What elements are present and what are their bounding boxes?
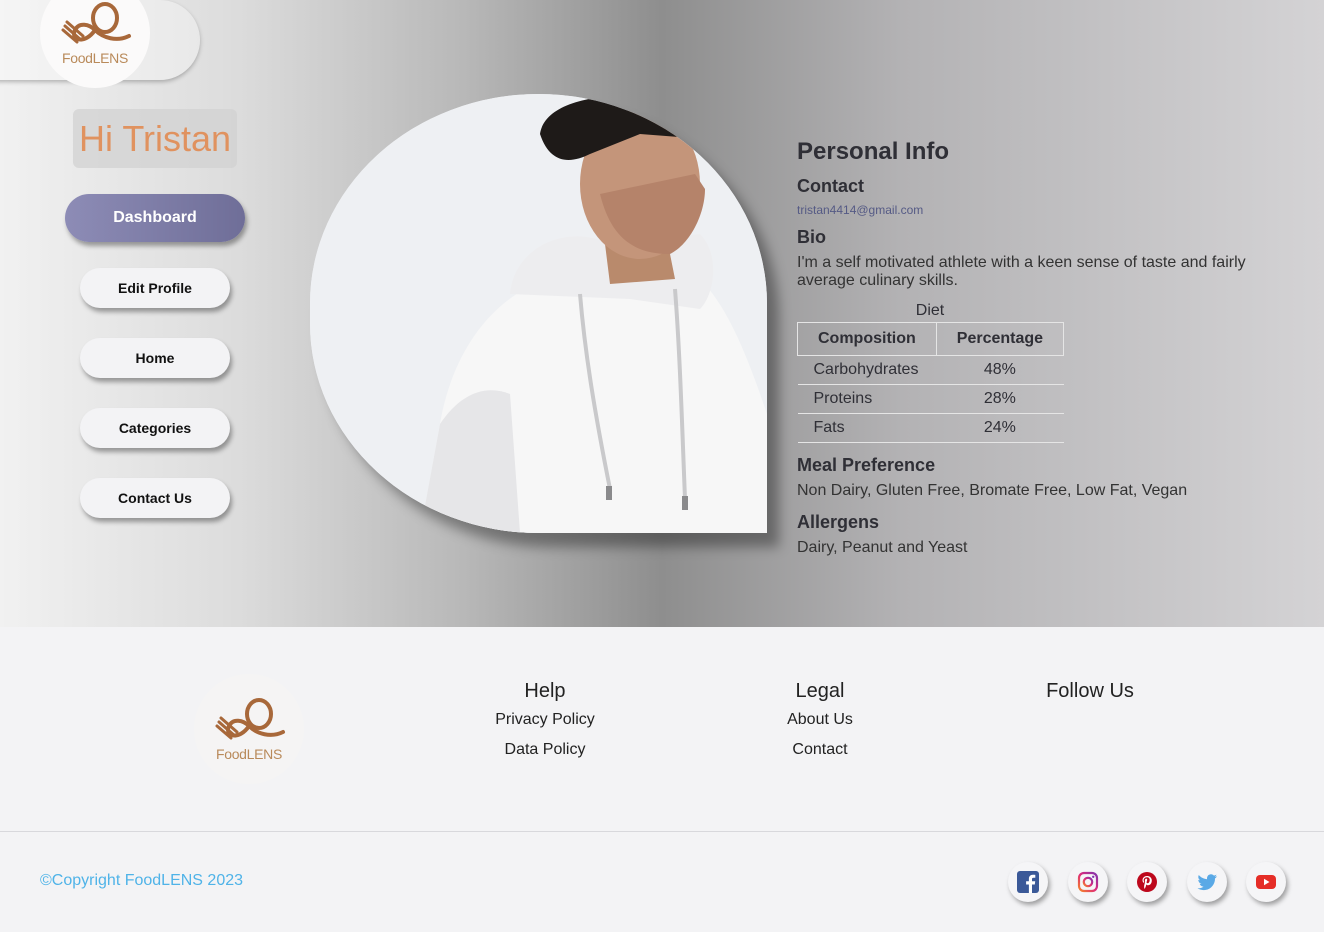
diet-value: 24% bbox=[936, 413, 1064, 443]
diet-name: Carbohydrates bbox=[797, 355, 937, 385]
spoon-fork-icon bbox=[61, 2, 131, 44]
diet-value: 28% bbox=[936, 384, 1064, 414]
contact-heading: Contact bbox=[797, 176, 864, 196]
spoon-fork-icon bbox=[215, 698, 285, 740]
footer-divider bbox=[0, 831, 1324, 832]
table-row: Fats 24% bbox=[797, 413, 1064, 443]
legal-heading: Legal bbox=[795, 680, 845, 702]
diet-header-percentage: Percentage bbox=[935, 322, 1065, 356]
bio-text: I'm a self motivated athlete with a keen… bbox=[797, 254, 1246, 289]
diet-header-composition: Composition bbox=[797, 322, 937, 356]
greeting: Hi Tristan bbox=[73, 109, 237, 168]
meal-preference-text: Non Dairy, Gluten Free, Bromate Free, Lo… bbox=[797, 482, 1188, 499]
copyright-text: ©Copyright FoodLENS 2023 bbox=[40, 872, 244, 889]
bio-heading: Bio bbox=[797, 227, 826, 247]
footer-legal: Legal About Us Contact bbox=[755, 680, 885, 771]
privacy-policy-link[interactable]: Privacy Policy bbox=[480, 711, 610, 729]
follow-us-heading: Follow Us bbox=[1046, 680, 1134, 702]
logo-text: FoodLENS bbox=[215, 746, 283, 762]
email-text[interactable]: tristan4414@gmail.com bbox=[797, 203, 1277, 217]
contact-us-button[interactable]: Contact Us bbox=[80, 478, 230, 518]
footer-follow: Follow Us bbox=[1025, 680, 1155, 711]
facebook-icon[interactable] bbox=[1008, 862, 1048, 902]
contact-link[interactable]: Contact bbox=[755, 741, 885, 759]
table-row: Proteins 28% bbox=[797, 384, 1064, 414]
allergens-heading: Allergens bbox=[797, 512, 880, 532]
allergens-text: Dairy, Peanut and Yeast bbox=[797, 539, 968, 556]
about-us-link[interactable]: About Us bbox=[755, 711, 885, 729]
home-button[interactable]: Home bbox=[80, 338, 230, 378]
data-policy-link[interactable]: Data Policy bbox=[480, 741, 610, 759]
footer-logo[interactable]: FoodLENS bbox=[194, 674, 304, 784]
youtube-icon[interactable] bbox=[1246, 862, 1286, 902]
edit-profile-button[interactable]: Edit Profile bbox=[80, 268, 230, 308]
logo-text: FoodLENS bbox=[61, 50, 129, 66]
pinterest-icon[interactable] bbox=[1127, 862, 1167, 902]
meal-preference-heading: Meal Preference bbox=[797, 455, 936, 475]
twitter-icon[interactable] bbox=[1187, 862, 1227, 902]
instagram-icon[interactable] bbox=[1068, 862, 1108, 902]
diet-value: 48% bbox=[936, 355, 1064, 385]
profile-photo bbox=[310, 94, 767, 533]
personal-info: Personal Info Contact tristan4414@gmail.… bbox=[797, 138, 1277, 569]
diet-name: Fats bbox=[797, 413, 937, 443]
table-row: Carbohydrates 48% bbox=[797, 355, 1064, 385]
help-heading: Help bbox=[524, 680, 566, 702]
categories-button[interactable]: Categories bbox=[80, 408, 230, 448]
diet-table: Composition Percentage Carbohydrates 48%… bbox=[797, 322, 1065, 443]
footer-help: Help Privacy Policy Data Policy bbox=[480, 680, 610, 771]
personal-info-heading: Personal Info bbox=[797, 138, 950, 165]
dashboard-button[interactable]: Dashboard bbox=[65, 194, 245, 242]
diet-caption: Diet bbox=[915, 302, 945, 319]
profile-hero: FoodLENS Hi Tristan Dashboard Edit Profi… bbox=[0, 0, 1324, 627]
diet-name: Proteins bbox=[797, 384, 937, 414]
